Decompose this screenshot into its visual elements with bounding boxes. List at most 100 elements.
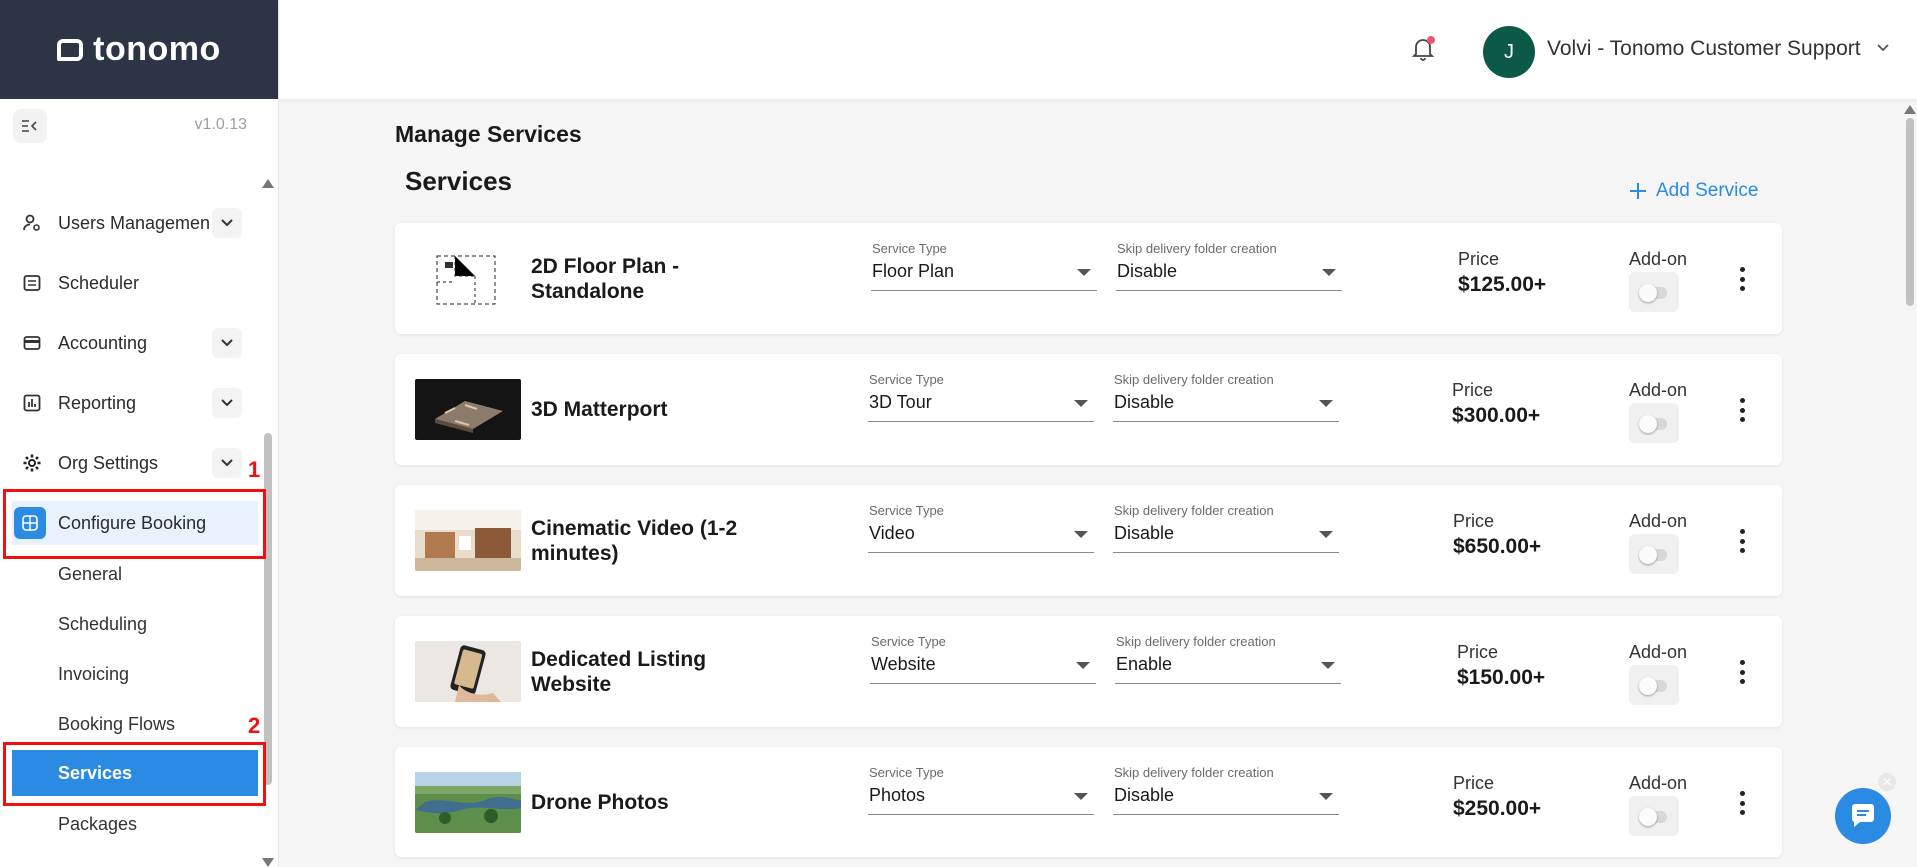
- dropdown-arrow-icon: [1321, 662, 1335, 669]
- avatar[interactable]: J: [1483, 26, 1535, 78]
- skip-delivery-select[interactable]: Skip delivery folder creation Disable: [1113, 765, 1339, 815]
- more-options-icon[interactable]: [1737, 267, 1747, 291]
- dropdown-arrow-icon: [1319, 531, 1333, 538]
- service-card: Drone Photos Service Type Photos Skip de…: [395, 747, 1782, 857]
- chevron-down-icon[interactable]: [212, 448, 242, 478]
- service-name: Cinematic Video (1-2 minutes): [531, 517, 738, 565]
- logo[interactable]: tonomo: [57, 30, 221, 69]
- sidebar-subitem-invoicing[interactable]: Invoicing: [12, 651, 258, 697]
- addon-toggle[interactable]: [1629, 665, 1679, 705]
- service-type-select[interactable]: Service Type Floor Plan: [871, 241, 1097, 291]
- notifications-button[interactable]: [1411, 36, 1439, 64]
- service-type-select[interactable]: Service Type 3D Tour: [868, 372, 1094, 422]
- sidebar-item-reporting[interactable]: Reporting: [12, 381, 258, 425]
- gear-icon: [21, 452, 43, 474]
- section-title: Services: [405, 166, 512, 196]
- sidebar-item-users-management[interactable]: Users Managemen: [12, 201, 258, 245]
- service-card: 3D Matterport Service Type 3D Tour Skip …: [395, 354, 1782, 465]
- service-thumbnail: [415, 379, 521, 440]
- dropdown-arrow-icon: [1319, 793, 1333, 800]
- dropdown-arrow-icon: [1322, 269, 1336, 276]
- service-thumbnail: [415, 248, 521, 309]
- service-name: 3D Matterport: [531, 398, 668, 421]
- dropdown-arrow-icon: [1074, 400, 1088, 407]
- dropdown-arrow-icon: [1074, 531, 1088, 538]
- add-service-button[interactable]: Add Service: [1628, 180, 1758, 202]
- sidebar-subitem-booking-flows[interactable]: Booking Flows: [12, 701, 258, 747]
- service-type-select[interactable]: Service Type Photos: [868, 765, 1094, 815]
- addon-toggle[interactable]: [1629, 534, 1679, 574]
- addon-label: Add-on: [1629, 249, 1688, 269]
- sidebar-item-label: Org Settings: [58, 452, 159, 473]
- more-options-icon[interactable]: [1737, 529, 1747, 553]
- sidebar-subitem-packages[interactable]: Packages: [12, 801, 258, 847]
- chevron-down-icon[interactable]: [1876, 40, 1890, 58]
- annotation-number-1: 1: [248, 457, 261, 482]
- skip-delivery-select[interactable]: Skip delivery folder creation Disable: [1113, 372, 1339, 422]
- sidebar-subitem-scheduling[interactable]: Scheduling: [12, 601, 258, 647]
- page-title: Manage Services: [395, 121, 582, 147]
- version-label: v1.0.13: [194, 116, 247, 133]
- service-thumbnail: [415, 641, 521, 702]
- addon-label: Add-on: [1629, 380, 1688, 400]
- plus-icon: [1628, 181, 1648, 202]
- skip-delivery-select[interactable]: Skip delivery folder creation Disable: [1113, 503, 1339, 553]
- sidebar-item-accounting[interactable]: Accounting: [12, 321, 258, 365]
- addon-toggle[interactable]: [1629, 796, 1679, 836]
- collapse-sidebar-button[interactable]: [13, 109, 47, 143]
- main-scroll-up-icon[interactable]: [1904, 105, 1916, 114]
- service-name: Dedicated Listing Website: [531, 648, 707, 696]
- service-card: 2D Floor Plan - Standalone Service Type …: [395, 223, 1782, 334]
- main-scrollbar[interactable]: [1906, 118, 1914, 306]
- close-icon[interactable]: ✕: [1878, 773, 1896, 791]
- sidebar-item-label: Scheduler: [58, 272, 140, 293]
- chevron-down-icon[interactable]: [212, 388, 242, 418]
- addon-toggle[interactable]: [1629, 403, 1679, 443]
- dropdown-arrow-icon: [1077, 269, 1091, 276]
- wallet-icon: [21, 332, 43, 354]
- sidebar-item-org-settings[interactable]: Org Settings: [12, 441, 258, 485]
- addon-label: Add-on: [1629, 773, 1688, 793]
- user-menu-name[interactable]: Volvi - Tonomo Customer Support: [1547, 37, 1861, 61]
- annotation-box-1: [3, 489, 266, 559]
- logo-text: tonomo: [93, 30, 221, 68]
- more-options-icon[interactable]: [1737, 660, 1747, 684]
- more-options-icon[interactable]: [1737, 791, 1747, 815]
- sidebar-scroll-down-icon[interactable]: [262, 858, 274, 867]
- addon-toggle[interactable]: [1629, 272, 1679, 312]
- service-type-select[interactable]: Service Type Video: [868, 503, 1094, 553]
- add-service-label: Add Service: [1656, 180, 1759, 201]
- annotation-number-2: 2: [248, 713, 261, 738]
- service-thumbnail: [415, 510, 521, 571]
- calendar-icon: [21, 272, 43, 294]
- service-type-select[interactable]: Service Type Website: [870, 634, 1096, 684]
- service-name: Drone Photos: [531, 791, 669, 814]
- service-thumbnail: [415, 772, 521, 833]
- skip-delivery-select[interactable]: Skip delivery folder creation Disable: [1116, 241, 1342, 291]
- chevron-down-icon[interactable]: [212, 328, 242, 358]
- sidebar-scroll-up-icon[interactable]: [262, 179, 274, 188]
- price-label: Price: [1458, 249, 1500, 269]
- price-value: $150.00+: [1457, 666, 1546, 689]
- collapse-icon: [22, 120, 37, 132]
- users-icon: [21, 212, 43, 234]
- dropdown-arrow-icon: [1319, 400, 1333, 407]
- chart-icon: [21, 392, 43, 414]
- addon-label: Add-on: [1629, 511, 1688, 531]
- price-value: $300.00+: [1452, 404, 1541, 427]
- dropdown-arrow-icon: [1076, 662, 1090, 669]
- price-label: Price: [1453, 773, 1495, 793]
- service-card: Dedicated Listing Website Service Type W…: [395, 616, 1782, 727]
- sidebar-scrollbar[interactable]: [264, 433, 272, 785]
- sidebar-item-scheduler[interactable]: Scheduler: [12, 261, 258, 305]
- sidebar-item-label: Reporting: [58, 392, 137, 413]
- skip-delivery-select[interactable]: Skip delivery folder creation Enable: [1115, 634, 1341, 684]
- chat-support-button[interactable]: [1835, 788, 1891, 844]
- price-value: $250.00+: [1453, 797, 1542, 820]
- chevron-down-icon[interactable]: [212, 208, 242, 238]
- logo-bar: tonomo: [0, 0, 278, 99]
- addon-label: Add-on: [1629, 642, 1688, 662]
- more-options-icon[interactable]: [1737, 398, 1747, 422]
- logo-icon: [57, 38, 84, 61]
- sidebar-item-label: Users Managemen: [58, 212, 211, 233]
